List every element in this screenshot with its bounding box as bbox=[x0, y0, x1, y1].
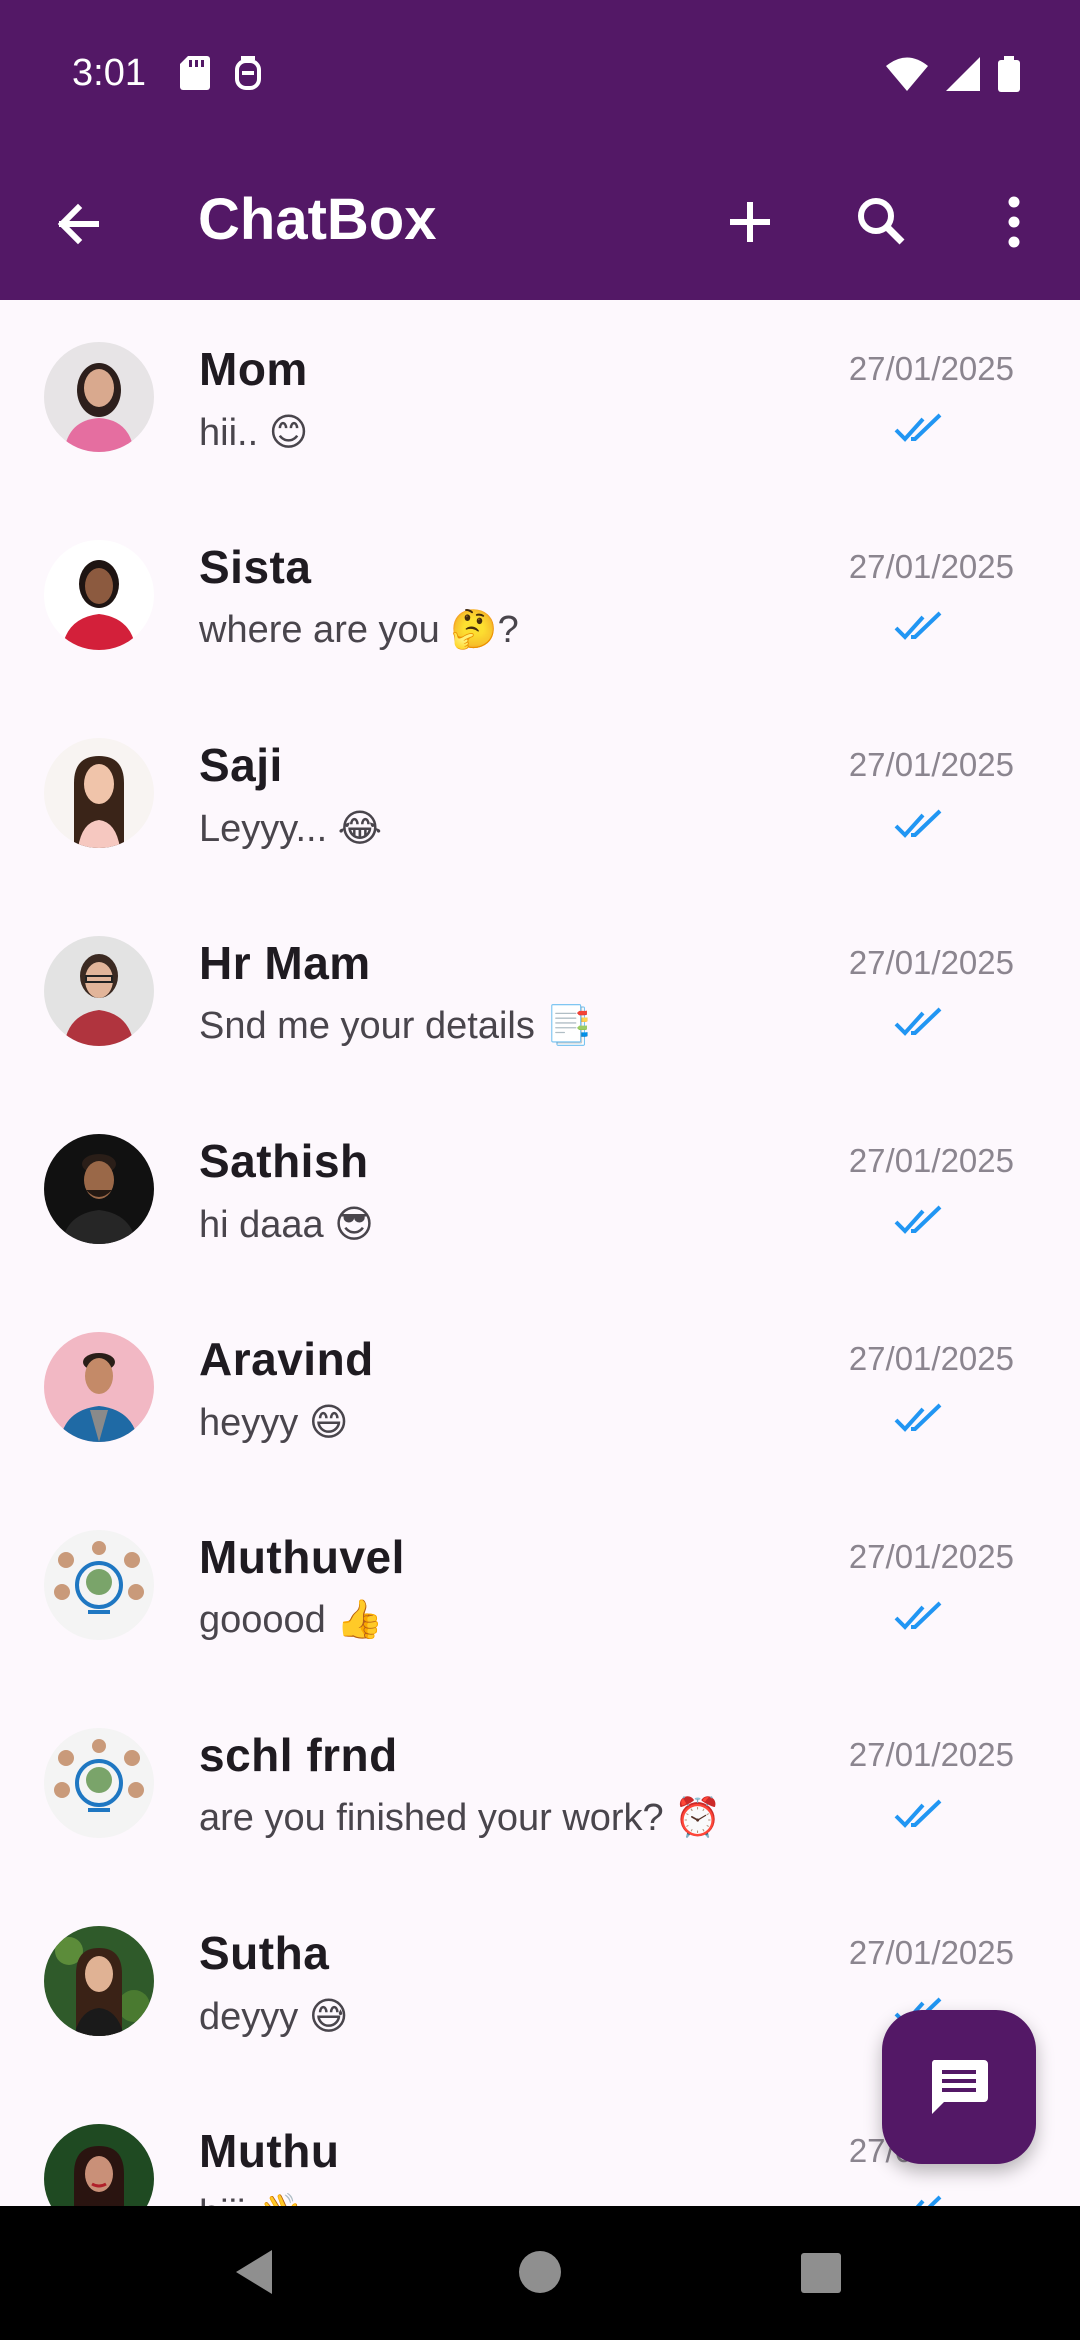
chat-row[interactable]: Sathish hi daaa 😎 27/01/2025 bbox=[0, 1092, 1080, 1290]
contact-name: Sista bbox=[199, 541, 312, 593]
chat-row[interactable]: Aravind heyyy 😄 27/01/2025 bbox=[0, 1290, 1080, 1488]
read-ticks-icon bbox=[894, 1601, 942, 1630]
status-bar: 3:01 bbox=[0, 0, 1080, 150]
search-button[interactable] bbox=[846, 186, 918, 258]
read-ticks-icon bbox=[894, 611, 942, 640]
read-ticks-icon bbox=[894, 1205, 942, 1234]
message-date: 27/01/2025 bbox=[848, 1538, 1014, 1575]
read-ticks-icon bbox=[915, 2195, 942, 2206]
avatar bbox=[44, 1332, 154, 1442]
last-message: Snd me your details 📑 bbox=[199, 1005, 593, 1047]
contact-name: Saji bbox=[199, 739, 283, 791]
message-date: 27/01/2025 bbox=[848, 746, 1014, 783]
app-title: ChatBox bbox=[198, 187, 437, 252]
new-chat-fab[interactable] bbox=[882, 2010, 1036, 2164]
chat-row[interactable]: Hr Mam Snd me your details 📑 27/01/2025 bbox=[0, 894, 1080, 1092]
read-ticks-icon bbox=[894, 1007, 942, 1036]
more-vert-icon bbox=[1008, 196, 1020, 248]
back-button[interactable] bbox=[44, 188, 116, 260]
contact-name: Sathish bbox=[199, 1135, 369, 1187]
wifi-icon bbox=[886, 57, 928, 91]
message-date: 27/01/2025 bbox=[848, 1340, 1014, 1377]
status-time: 3:01 bbox=[72, 52, 146, 94]
read-ticks-icon bbox=[894, 1799, 942, 1828]
message-date: 27/01/2025 bbox=[848, 350, 1014, 387]
message-date: 27/01/2025 bbox=[848, 548, 1014, 585]
battery-icon bbox=[998, 56, 1020, 92]
read-ticks-icon bbox=[894, 809, 942, 838]
contact-name: Mom bbox=[199, 343, 308, 395]
last-message: hii.. 😊 bbox=[199, 412, 309, 454]
last-message: hiii 👋 bbox=[199, 2192, 303, 2206]
nav-back-icon[interactable] bbox=[232, 2248, 276, 2296]
avatar bbox=[44, 738, 154, 848]
avatar bbox=[44, 1926, 154, 2036]
avatar bbox=[44, 540, 154, 650]
nav-home-icon[interactable] bbox=[518, 2250, 562, 2294]
chat-row[interactable]: Sista where are you 🤔? 27/01/2025 bbox=[0, 498, 1080, 696]
contact-name: Muthuvel bbox=[199, 1531, 405, 1583]
read-ticks-icon bbox=[894, 413, 942, 442]
last-message: deyyy 😅 bbox=[199, 1996, 349, 2038]
avatar bbox=[44, 1134, 154, 1244]
chat-row[interactable]: Mom hii.. 😊 27/01/2025 bbox=[0, 300, 1080, 498]
system-nav-bar bbox=[0, 2206, 1080, 2340]
contact-name: Hr Mam bbox=[199, 937, 371, 989]
chat-row[interactable]: Muthuvel gooood 👍 27/01/2025 bbox=[0, 1488, 1080, 1686]
last-message: heyyy 😄 bbox=[199, 1402, 349, 1444]
avatar bbox=[44, 2124, 154, 2206]
signal-icon bbox=[946, 57, 980, 91]
contact-name: Muthu bbox=[199, 2125, 340, 2177]
message-date: 27/01/2025 bbox=[848, 1736, 1014, 1773]
chat-icon bbox=[931, 2060, 988, 2114]
nav-recents-icon[interactable] bbox=[800, 2252, 842, 2294]
avatar bbox=[44, 1728, 154, 1838]
search-icon bbox=[858, 198, 905, 245]
assistant-icon bbox=[235, 56, 261, 90]
status-left-icons bbox=[180, 56, 262, 92]
last-message: are you finished your work? ⏰ bbox=[199, 1797, 722, 1839]
sd-card-icon bbox=[180, 56, 210, 90]
avatar bbox=[44, 1530, 154, 1640]
avatar bbox=[44, 342, 154, 452]
read-ticks-icon bbox=[894, 1403, 942, 1432]
chat-row[interactable]: schl frnd are you finished your work? ⏰ … bbox=[0, 1686, 1080, 1884]
last-message: hi daaa 😎 bbox=[199, 1204, 374, 1246]
last-message: gooood 👍 bbox=[199, 1599, 384, 1641]
chat-list[interactable]: Mom hii.. 😊 27/01/2025 Sista where are y… bbox=[0, 300, 1080, 2206]
last-message: where are you 🤔? bbox=[199, 609, 519, 651]
message-date: 27/01/2025 bbox=[848, 1142, 1014, 1179]
more-options-button[interactable] bbox=[978, 186, 1050, 258]
message-date: 27/01/2025 bbox=[848, 944, 1014, 981]
status-right-icons bbox=[886, 56, 1020, 92]
message-date: 27/01/2025 bbox=[848, 1934, 1014, 1971]
last-message: Leyyy... 😂 bbox=[199, 808, 383, 850]
contact-name: Sutha bbox=[199, 1927, 330, 1979]
add-icon bbox=[730, 202, 770, 242]
app-bar: ChatBox bbox=[0, 150, 1080, 300]
back-arrow-icon bbox=[57, 203, 99, 245]
contact-name: Aravind bbox=[199, 1333, 374, 1385]
contact-name: schl frnd bbox=[199, 1729, 398, 1781]
avatar bbox=[44, 936, 154, 1046]
add-button[interactable] bbox=[714, 186, 786, 258]
chat-row[interactable]: Saji Leyyy... 😂 27/01/2025 bbox=[0, 696, 1080, 894]
